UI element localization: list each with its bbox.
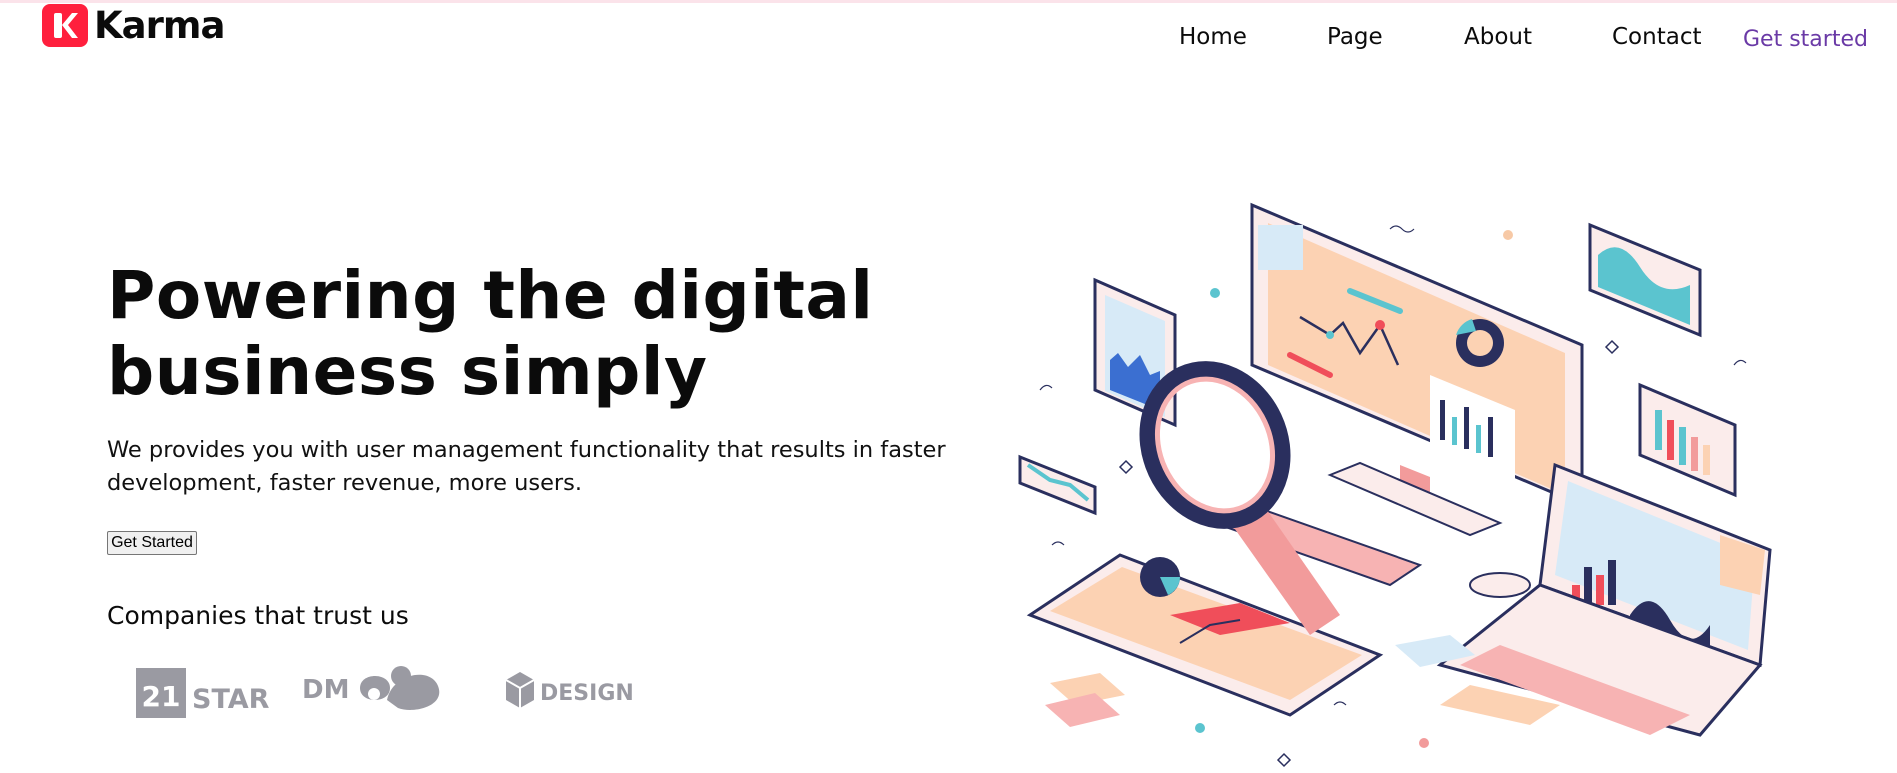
hero-title-line-2: business simply <box>107 333 708 410</box>
get-started-button[interactable]: Get Started <box>107 531 197 555</box>
sticky-notes <box>1045 673 1125 727</box>
dm-logo-text: DM <box>302 675 349 705</box>
21star-badge-text: 21 <box>142 680 181 713</box>
21star-logo-icon: 21 STAR <box>136 668 270 718</box>
monitor <box>1250 202 1584 537</box>
21star-logo-text: STAR <box>192 684 270 715</box>
analytics-isometric-illustration <box>1018 202 1772 768</box>
nav-page-link[interactable]: Page <box>1327 24 1383 50</box>
design-cube-logo-icon: DESIGN <box>505 672 634 708</box>
nav-about-link[interactable]: About <box>1464 24 1532 50</box>
brand-name: Karma <box>94 3 225 47</box>
nav-get-started-link[interactable]: Get started <box>1743 27 1868 52</box>
design-logo-text: DESIGN <box>540 681 634 706</box>
top-accent-line <box>0 0 1897 3</box>
nav-home-link[interactable]: Home <box>1179 24 1247 50</box>
brand[interactable]: Karma <box>42 3 225 47</box>
nav-contact-link[interactable]: Contact <box>1612 24 1701 50</box>
companies-heading: Companies that trust us <box>107 601 409 630</box>
hero-title: Powering the digital business simply <box>107 258 1007 410</box>
hero-subtitle: We provides you with user management fun… <box>107 437 946 496</box>
dm-logo-icon: DM <box>302 666 440 710</box>
hero-title-line-1: Powering the digital <box>107 257 874 334</box>
karma-k-logo-icon <box>42 3 88 47</box>
